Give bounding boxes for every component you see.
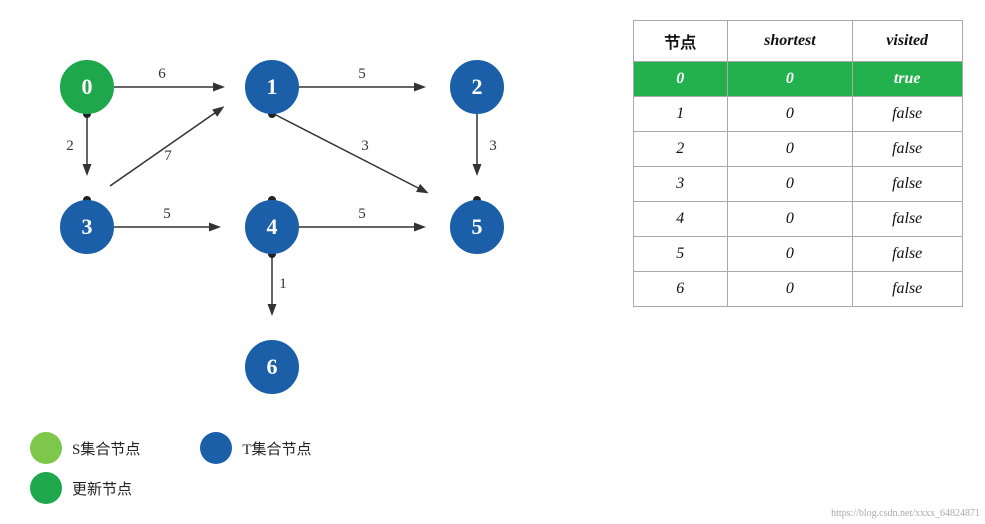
legend-row-update: 更新节点 — [30, 472, 312, 504]
legend-label-update: 更新节点 — [72, 478, 132, 499]
cell-visited: true — [852, 62, 962, 97]
cell-visited: false — [852, 237, 962, 272]
cell-visited: false — [852, 272, 962, 307]
watermark: https://blog.csdn.net/xxxx_64824871 — [831, 508, 980, 519]
node-3: 3 — [60, 200, 114, 254]
cell-shortest: 0 — [728, 272, 853, 307]
node-6: 6 — [245, 340, 299, 394]
cell-node: 4 — [633, 202, 728, 237]
cell-visited: false — [852, 132, 962, 167]
legend-label-s: S集合节点 — [72, 438, 140, 459]
table-header-row: 节点 shortest visited — [633, 21, 962, 62]
legend-row-s: S集合节点 T集合节点 — [30, 432, 312, 464]
edge-label-1-2: 5 — [358, 66, 366, 82]
table-row: 40false — [633, 202, 962, 237]
th-visited: visited — [852, 21, 962, 62]
cell-visited: false — [852, 202, 962, 237]
th-node: 节点 — [633, 21, 728, 62]
table-row: 60false — [633, 272, 962, 307]
legend-circle-update — [30, 472, 62, 504]
cell-shortest: 0 — [728, 237, 853, 272]
edge-label-3-1: 7 — [164, 148, 172, 164]
cell-node: 3 — [633, 167, 728, 202]
table-row: 00true — [633, 62, 962, 97]
cell-visited: false — [852, 97, 962, 132]
legend-circle-s — [30, 432, 62, 464]
edge-label-3-4: 5 — [163, 206, 171, 222]
edge-label-0-3: 2 — [66, 138, 74, 154]
cell-shortest: 0 — [728, 97, 853, 132]
cell-shortest: 0 — [728, 132, 853, 167]
edge-label-1-5: 3 — [361, 138, 369, 154]
legend-circle-t — [200, 432, 232, 464]
legend-label-t: T集合节点 — [242, 438, 311, 459]
cell-node: 1 — [633, 97, 728, 132]
cell-visited: false — [852, 167, 962, 202]
node-2: 2 — [450, 60, 504, 114]
cell-shortest: 0 — [728, 167, 853, 202]
node-5: 5 — [450, 200, 504, 254]
table-row: 30false — [633, 167, 962, 202]
cell-node: 0 — [633, 62, 728, 97]
node-4: 4 — [245, 200, 299, 254]
node-0: 0 — [60, 60, 114, 114]
cell-shortest: 0 — [728, 62, 853, 97]
cell-node: 5 — [633, 237, 728, 272]
table-row: 20false — [633, 132, 962, 167]
table-row: 10false — [633, 97, 962, 132]
edge-label-0-1: 6 — [158, 66, 166, 82]
edge-label-4-5: 5 — [358, 206, 366, 222]
cell-shortest: 0 — [728, 202, 853, 237]
table-section: 节点 shortest visited 00true10false20false… — [610, 0, 985, 524]
cell-node: 6 — [633, 272, 728, 307]
edge-label-4-6: 1 — [279, 276, 287, 292]
table-row: 50false — [633, 237, 962, 272]
cell-node: 2 — [633, 132, 728, 167]
edge-label-2-5: 3 — [489, 138, 497, 154]
th-shortest: shortest — [728, 21, 853, 62]
data-table: 节点 shortest visited 00true10false20false… — [633, 20, 963, 307]
graph-section: 6 5 2 7 5 3 5 3 1 — [0, 0, 610, 524]
legend: S集合节点 T集合节点 更新节点 — [30, 432, 312, 504]
node-1: 1 — [245, 60, 299, 114]
